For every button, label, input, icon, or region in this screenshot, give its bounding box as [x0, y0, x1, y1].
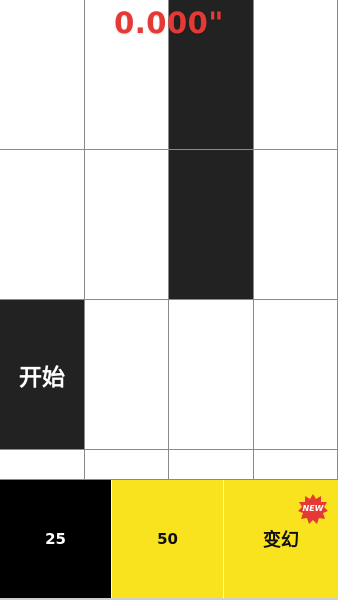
- mode-selector: 25 50 变幻 NEW: [0, 480, 338, 600]
- start-tile-label: 开始: [19, 364, 65, 391]
- new-badge: NEW: [298, 494, 328, 524]
- tile-white[interactable]: [254, 150, 338, 300]
- mode-variation-button[interactable]: 变幻 NEW: [224, 480, 338, 598]
- tile-white[interactable]: [254, 450, 338, 480]
- tile-black[interactable]: [169, 150, 254, 300]
- tile-white[interactable]: [169, 450, 254, 480]
- mode-50-button[interactable]: 50: [112, 480, 224, 598]
- tile-white[interactable]: [0, 150, 85, 300]
- start-tile[interactable]: 开始: [0, 300, 85, 450]
- tile-white[interactable]: [85, 450, 169, 480]
- mode-variation-label: 变幻: [263, 530, 299, 551]
- mode-50-label: 50: [157, 530, 178, 548]
- timer-display: 0.000": [114, 6, 224, 40]
- tile-white[interactable]: [85, 300, 169, 450]
- tile-white[interactable]: [169, 300, 254, 450]
- mode-25-button[interactable]: 25: [0, 480, 112, 598]
- tile-white[interactable]: [254, 300, 338, 450]
- tile-white[interactable]: [85, 150, 169, 300]
- mode-25-label: 25: [45, 530, 66, 548]
- new-badge-label: NEW: [302, 504, 324, 513]
- tile-white[interactable]: [0, 450, 85, 480]
